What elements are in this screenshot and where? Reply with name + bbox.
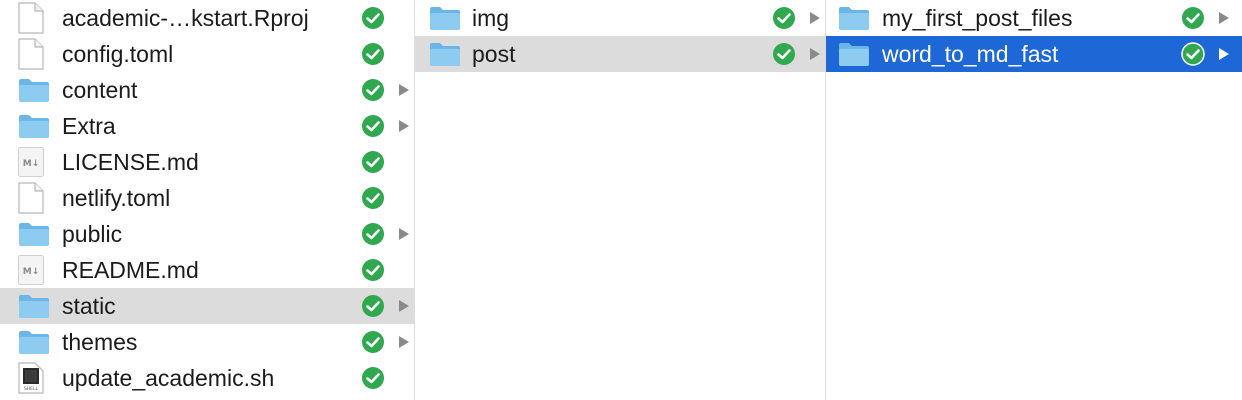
folder-icon [430,7,460,30]
disclosure-arrow-icon [1219,12,1229,24]
folder-label: my_first_post_files [882,5,1073,31]
file-row-license[interactable]: M↓ LICENSE.md [0,144,414,180]
folder-label: word_to_md_fast [882,41,1059,67]
sync-check-icon [362,7,384,29]
folder-row-content[interactable]: content [0,72,414,108]
file-row-netlify[interactable]: netlify.toml [0,180,414,216]
folder-icon [839,7,869,30]
svg-text:M↓: M↓ [23,159,40,169]
sync-check-icon [1181,42,1205,66]
sync-check-icon [362,223,384,245]
sync-check-icon [773,7,795,29]
sync-check-icon [362,295,384,317]
folder-row-public[interactable]: public [0,216,414,252]
sync-check-icon [362,43,384,65]
finder-column-static: img post [415,0,826,400]
folder-label: img [472,5,510,31]
file-label: netlify.toml [62,185,171,211]
disclosure-arrow-icon [399,84,409,96]
sync-check-icon [362,115,384,137]
folder-label: themes [62,329,138,355]
sync-check-icon [1182,7,1204,29]
document-icon [18,38,44,70]
sync-check-icon [362,79,384,101]
sync-check-icon [362,151,384,173]
folder-row-extra[interactable]: Extra [0,108,414,144]
folder-icon [19,79,49,102]
folder-icon [19,331,49,354]
folder-icon [430,43,460,66]
folder-row-static[interactable]: static [0,288,414,324]
disclosure-arrow-icon [399,228,409,240]
finder-column-root: academic-…kstart.Rproj config.toml conte… [0,0,415,400]
folder-icon [19,223,49,246]
file-row-update-sh[interactable]: SHELL update_academic.sh [0,360,414,396]
folder-icon [839,43,869,66]
folder-label: public [62,221,123,247]
folder-label: post [472,41,516,67]
folder-icon [19,295,49,318]
folder-label: content [62,77,138,103]
sync-check-icon [362,367,384,389]
disclosure-arrow-icon [810,12,820,24]
svg-text:M↓: M↓ [23,267,40,277]
file-row-config[interactable]: config.toml [0,36,414,72]
file-label: README.md [62,257,199,283]
folder-row-word-to-md-fast[interactable]: word_to_md_fast [826,36,1242,72]
document-icon [18,182,44,214]
finder-column-post: my_first_post_files word_to_md_fast [826,0,1242,400]
markdown-file-icon: M↓ [18,147,44,177]
sync-check-icon [362,259,384,281]
markdown-file-icon: M↓ [18,255,44,285]
folder-label: static [62,293,116,319]
folder-icon [19,115,49,138]
svg-text:SHELL: SHELL [24,386,39,392]
document-icon [18,2,44,34]
folder-row-my-first-post-files[interactable]: my_first_post_files [826,0,1242,36]
disclosure-arrow-icon [399,120,409,132]
sync-check-icon [362,187,384,209]
folder-row-themes[interactable]: themes [0,324,414,360]
folder-row-post[interactable]: post [415,36,825,72]
file-label: config.toml [62,41,174,67]
shell-script-icon: SHELL [18,362,44,394]
file-label: academic-…kstart.Rproj [62,5,309,31]
disclosure-arrow-icon [810,48,820,60]
file-row-readme[interactable]: M↓ README.md [0,252,414,288]
file-label: update_academic.sh [62,365,275,391]
sync-check-icon [362,331,384,353]
disclosure-arrow-icon [399,336,409,348]
file-label: LICENSE.md [62,149,199,175]
folder-label: Extra [62,113,116,139]
sync-check-icon [773,43,795,65]
disclosure-arrow-icon [1219,48,1229,60]
disclosure-arrow-icon [399,300,409,312]
folder-row-img[interactable]: img [415,0,825,36]
file-row-rproj[interactable]: academic-…kstart.Rproj [0,0,414,36]
